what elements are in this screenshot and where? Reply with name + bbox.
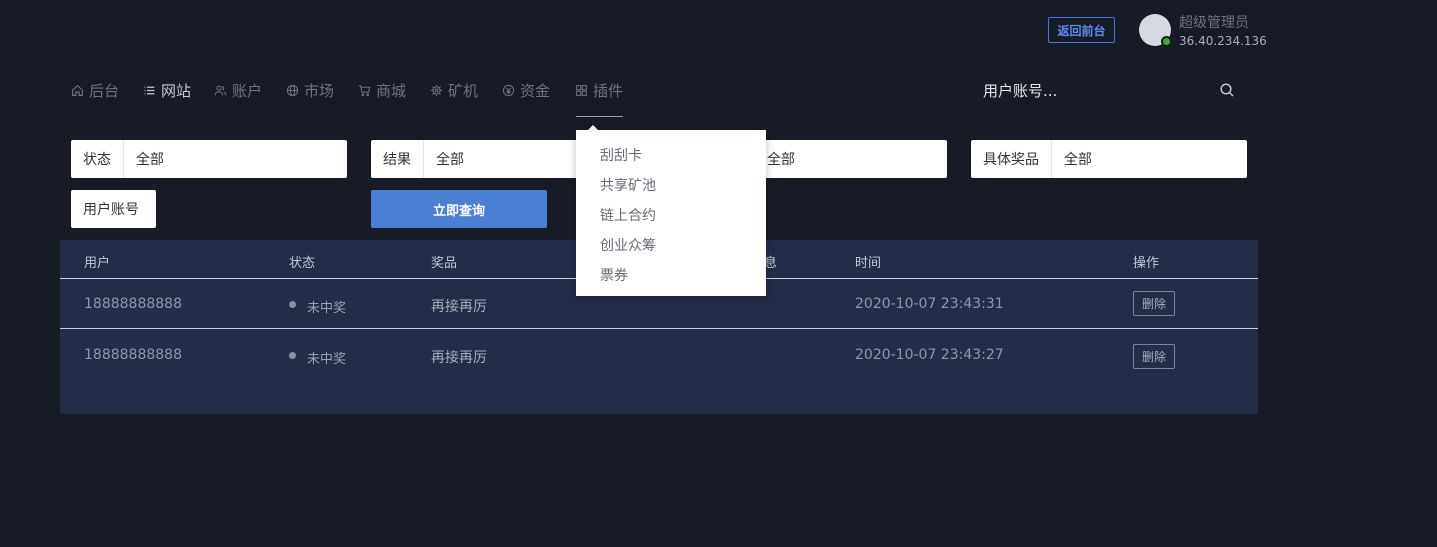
delete-button[interactable]: 删除 bbox=[1133, 291, 1175, 316]
dropdown-item-shared-pool[interactable]: 共享矿池 bbox=[600, 175, 656, 195]
table-cell-prize: 再接再厉 bbox=[431, 299, 487, 315]
search-icon[interactable] bbox=[1219, 82, 1235, 98]
result-filter-label: 结果 bbox=[371, 140, 424, 178]
nav-item-account[interactable]: 账户 bbox=[214, 80, 262, 100]
nav-active-underline bbox=[576, 116, 623, 117]
account-filter-label: 用户账号 bbox=[83, 202, 139, 218]
list-icon bbox=[144, 86, 155, 94]
nav-item-label: 网站 bbox=[161, 81, 192, 100]
table-cell-status: 未中奖 bbox=[307, 352, 347, 367]
third-filter: 全部 bbox=[755, 140, 947, 178]
column-header-user: 用户 bbox=[84, 256, 111, 271]
delete-button[interactable]: 删除 bbox=[1133, 344, 1175, 369]
status-select[interactable]: 全部 bbox=[124, 140, 347, 178]
grid-icon bbox=[576, 84, 587, 96]
column-header-status: 状态 bbox=[289, 256, 316, 271]
prize-select[interactable]: 全部 bbox=[1052, 140, 1247, 178]
nav-item-label: 账户 bbox=[232, 81, 263, 100]
query-button[interactable]: 立即查询 bbox=[371, 190, 547, 228]
nav-item-backend[interactable]: 后台 bbox=[71, 80, 119, 100]
table-cell-time: 2020-10-07 23:43:27 bbox=[855, 347, 1004, 363]
nav-item-plugins[interactable]: 插件 bbox=[575, 80, 623, 100]
plugins-dropdown-menu: 刮刮卡 共享矿池 链上合约 创业众筹 票券 bbox=[576, 130, 766, 296]
back-to-frontend-button[interactable]: 返回前台 bbox=[1048, 17, 1115, 43]
prize-filter-label: 具体奖品 bbox=[971, 140, 1052, 178]
cart-icon bbox=[358, 84, 371, 96]
home-icon bbox=[72, 84, 83, 96]
table-cell-user: 18888888888 bbox=[84, 347, 182, 363]
dropdown-item-scratch-card[interactable]: 刮刮卡 bbox=[600, 145, 642, 165]
nav-item-label: 矿机 bbox=[448, 81, 479, 100]
status-filter-label: 状态 bbox=[71, 140, 124, 178]
column-header-time: 时间 bbox=[855, 256, 882, 271]
nav-item-miner[interactable]: 矿机 bbox=[430, 80, 478, 100]
user-name: 超级管理员 bbox=[1179, 15, 1249, 31]
nav-item-label: 后台 bbox=[89, 81, 120, 100]
prize-filter: 具体奖品 全部 bbox=[971, 140, 1247, 178]
nav-item-label: 市场 bbox=[304, 81, 335, 100]
user-ip: 36.40.234.136 bbox=[1179, 34, 1267, 48]
status-filter: 状态 全部 bbox=[71, 140, 347, 178]
chip-icon bbox=[430, 84, 443, 96]
status-dot-icon bbox=[289, 352, 296, 359]
dropdown-item-tickets[interactable]: 票券 bbox=[600, 265, 628, 285]
globe-icon bbox=[286, 84, 299, 96]
column-header-prize: 奖品 bbox=[431, 256, 458, 271]
dropdown-item-chain-contract[interactable]: 链上合约 bbox=[600, 205, 656, 225]
dropdown-item-crowdfunding[interactable]: 创业众筹 bbox=[600, 235, 656, 255]
nav-item-market[interactable]: 市场 bbox=[286, 80, 334, 100]
nav-item-label: 插件 bbox=[593, 81, 624, 100]
nav-item-label: 商城 bbox=[376, 81, 407, 100]
third-select[interactable]: 全部 bbox=[755, 140, 947, 178]
coin-icon bbox=[502, 84, 515, 96]
table-cell-user: 18888888888 bbox=[84, 296, 182, 312]
nav-item-funds[interactable]: 资金 bbox=[502, 80, 550, 100]
online-status-icon bbox=[1161, 36, 1172, 47]
nav-search-input[interactable]: 用户账号... bbox=[983, 80, 1057, 101]
nav-item-website[interactable]: 网站 bbox=[143, 80, 191, 100]
status-dot-icon bbox=[289, 301, 296, 308]
nav-item-mall[interactable]: 商城 bbox=[358, 80, 406, 100]
table-cell-time: 2020-10-07 23:43:31 bbox=[855, 296, 1004, 312]
account-filter[interactable]: 用户账号 bbox=[71, 190, 156, 228]
table-cell-prize: 再接再厉 bbox=[431, 350, 487, 366]
nav-item-label: 资金 bbox=[520, 81, 551, 100]
table-cell-status: 未中奖 bbox=[307, 301, 347, 316]
table-divider bbox=[60, 328, 1258, 329]
column-header-action: 操作 bbox=[1133, 256, 1160, 271]
users-icon bbox=[214, 85, 227, 95]
